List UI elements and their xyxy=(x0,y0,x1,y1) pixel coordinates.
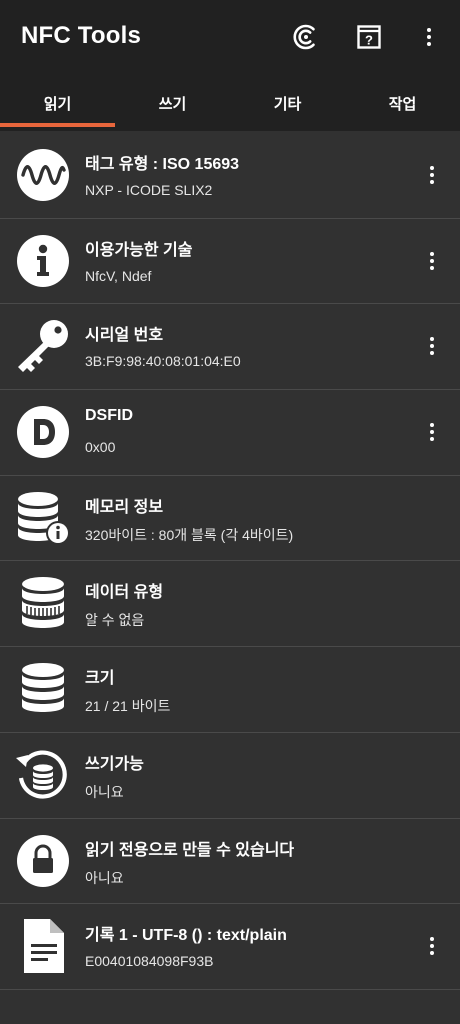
item-title: 읽기 전용으로 만들 수 있습니다 xyxy=(85,841,295,859)
list-item-data-type[interactable]: 데이터 유형 알 수 없음 xyxy=(0,561,460,648)
more-vert-icon xyxy=(430,337,434,356)
tab-selected-indicator xyxy=(0,123,115,127)
list-item-writable[interactable]: 쓰기가능 아니요 xyxy=(0,733,460,819)
more-vert-icon xyxy=(427,28,431,46)
key-icon xyxy=(14,317,72,375)
tab-label: 쓰기 xyxy=(158,96,187,113)
item-value: 3B:F9:98:40:08:01:04:E0 xyxy=(85,353,241,370)
d-letter-icon xyxy=(14,403,72,461)
tab-label: 기타 xyxy=(273,96,302,113)
database-striped-icon xyxy=(14,574,72,632)
item-title: DSFID xyxy=(85,407,133,425)
item-value: 320바이트 : 80개 블록 (각 4바이트) xyxy=(85,526,294,543)
nfc-scan-button[interactable] xyxy=(289,20,323,54)
more-vert-icon xyxy=(430,937,434,956)
more-vert-icon xyxy=(430,423,434,442)
item-value: NXP - ICODE SLIX2 xyxy=(85,182,213,198)
tag-info-list: 태그 유형 : ISO 15693 NXP - ICODE SLIX2 이용가능… xyxy=(0,133,460,990)
item-menu-button[interactable] xyxy=(420,247,444,275)
item-menu-button[interactable] xyxy=(420,418,444,446)
wave-icon xyxy=(14,146,72,204)
tab-other[interactable]: 기타 xyxy=(230,76,345,131)
item-title: 메모리 정보 xyxy=(85,498,164,516)
item-title: 이용가능한 기술 xyxy=(85,241,193,259)
tab-tasks[interactable]: 작업 xyxy=(345,76,460,131)
database-info-icon xyxy=(14,489,72,547)
item-menu-button[interactable] xyxy=(420,161,444,189)
tab-label: 작업 xyxy=(388,96,417,113)
help-icon: ? xyxy=(357,25,381,49)
item-title: 크기 xyxy=(85,670,115,688)
tab-read[interactable]: 읽기 xyxy=(0,76,115,131)
lock-icon xyxy=(14,832,72,890)
more-vert-icon xyxy=(430,166,434,184)
svg-text:?: ? xyxy=(365,33,373,48)
item-title: 쓰기가능 xyxy=(85,755,144,773)
document-icon xyxy=(14,917,72,975)
app-title: NFC Tools xyxy=(21,22,142,49)
list-item-serial-number[interactable]: 시리얼 번호 3B:F9:98:40:08:01:04:E0 xyxy=(0,304,460,391)
help-button[interactable]: ? xyxy=(352,20,386,54)
item-value: NfcV, Ndef xyxy=(85,267,152,284)
more-vert-icon xyxy=(430,251,434,270)
item-title: 태그 유형 : ISO 15693 xyxy=(85,156,240,173)
item-title: 시리얼 번호 xyxy=(85,327,164,345)
item-title: 기록 1 - UTF-8 () : text/plain xyxy=(85,927,287,945)
list-item-memory-info[interactable]: 메모리 정보 320바이트 : 80개 블록 (각 4바이트) xyxy=(0,476,460,562)
item-value: 21 / 21 바이트 xyxy=(85,698,171,715)
database-rewrite-icon xyxy=(14,746,72,804)
list-item-technologies[interactable]: 이용가능한 기술 NfcV, Ndef xyxy=(0,219,460,305)
info-icon xyxy=(14,232,72,290)
item-value: 0x00 xyxy=(85,439,116,456)
nfc-scan-icon xyxy=(293,24,315,50)
list-item-size[interactable]: 크기 21 / 21 바이트 xyxy=(0,647,460,733)
item-menu-button[interactable] xyxy=(420,932,444,960)
tab-write[interactable]: 쓰기 xyxy=(115,76,230,131)
list-item-dsfid[interactable]: DSFID 0x00 xyxy=(0,390,460,476)
list-item-read-only-capable[interactable]: 읽기 전용으로 만들 수 있습니다 아니요 xyxy=(0,819,460,905)
item-value: 아니요 xyxy=(85,783,124,800)
item-value: E00401084098F93B xyxy=(85,953,214,970)
tab-label: 읽기 xyxy=(43,96,72,113)
overflow-menu-button[interactable] xyxy=(412,20,446,54)
app-bar: NFC Tools ? xyxy=(0,0,460,76)
item-value: 알 수 없음 xyxy=(85,612,145,629)
list-item-tag-type[interactable]: 태그 유형 : ISO 15693 NXP - ICODE SLIX2 xyxy=(0,133,460,219)
item-menu-button[interactable] xyxy=(420,332,444,360)
list-item-record-1[interactable]: 기록 1 - UTF-8 () : text/plain E0040108409… xyxy=(0,904,460,990)
item-title: 데이터 유형 xyxy=(85,584,164,602)
item-value: 아니요 xyxy=(85,869,124,886)
tab-bar: 읽기 쓰기 기타 작업 xyxy=(0,76,460,131)
database-icon xyxy=(14,660,72,718)
